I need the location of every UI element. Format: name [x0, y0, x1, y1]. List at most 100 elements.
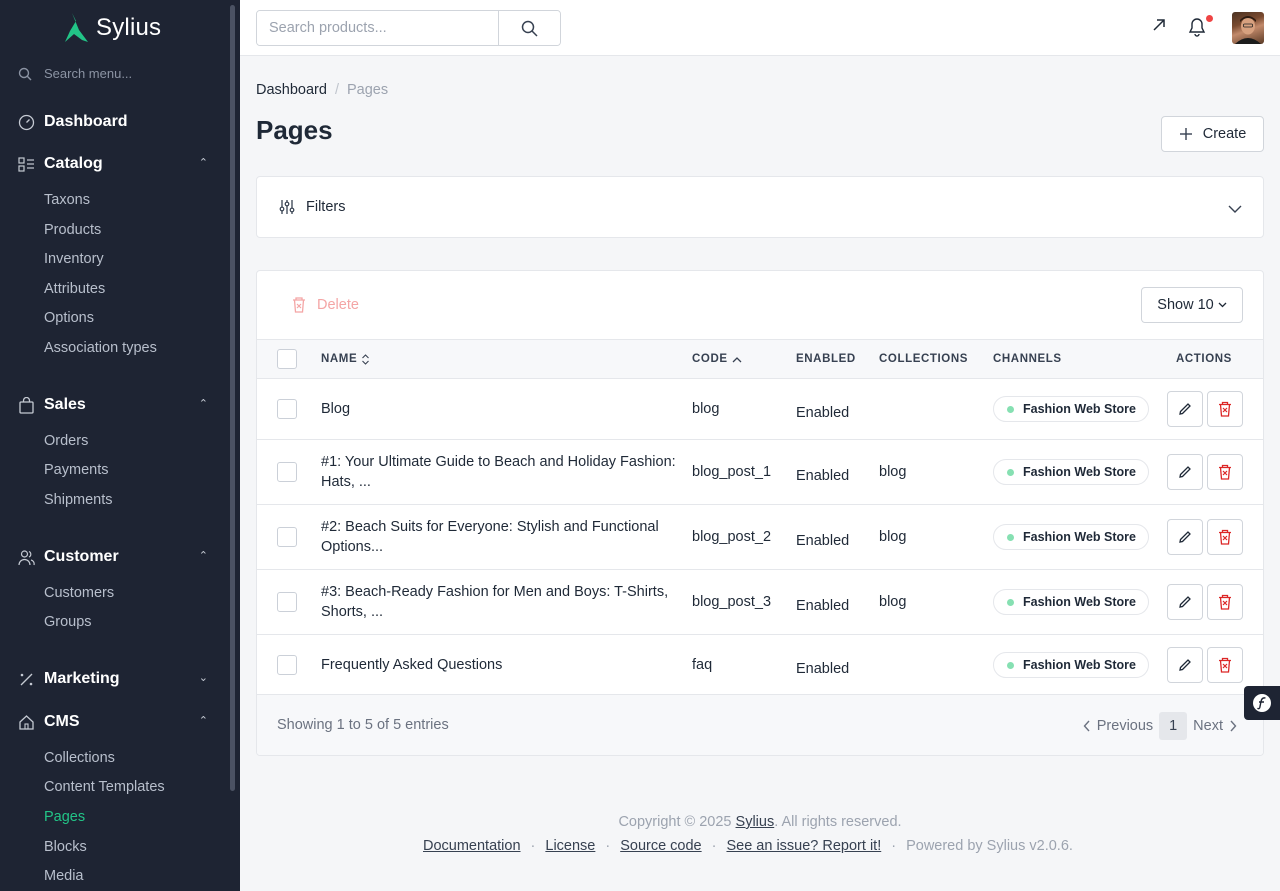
product-search-input[interactable]	[257, 11, 498, 45]
trash-icon	[293, 297, 305, 313]
nav-catalog[interactable]: Catalog ⌃	[18, 152, 218, 176]
sidebar-item-collections[interactable]: Collections	[44, 750, 115, 766]
sidebar-scrollbar[interactable]	[230, 5, 235, 791]
row-code: faq	[692, 657, 713, 673]
row-name: Frequently Asked Questions	[321, 657, 503, 673]
sidebar-item-taxons[interactable]: Taxons	[44, 192, 90, 208]
sidebar-item-groups[interactable]: Groups	[44, 614, 92, 630]
delete-button[interactable]	[1207, 647, 1243, 683]
column-header-name[interactable]: NAME	[321, 353, 370, 365]
pagination-page-1[interactable]: 1	[1159, 712, 1188, 740]
sidebar-item-association-types[interactable]: Association types	[44, 340, 157, 356]
nav-customer[interactable]: Customer ⌃	[18, 545, 218, 569]
filters-panel[interactable]: Filters	[256, 176, 1264, 238]
nav-dashboard-label: Dashboard	[44, 113, 128, 130]
sidebar-item-shipments[interactable]: Shipments	[44, 492, 113, 508]
sidebar-item-blocks[interactable]: Blocks	[44, 839, 87, 855]
pagination: Previous 1 Next	[1083, 712, 1237, 740]
footer-links: Documentation · License · Source code · …	[423, 838, 1073, 854]
edit-button[interactable]	[1167, 391, 1203, 427]
row-checkbox[interactable]	[277, 592, 297, 612]
column-header-code-label: CODE	[692, 353, 728, 365]
sort-icon	[362, 353, 370, 365]
table-row: Frequently Asked Questions faq Enabled F…	[257, 635, 1263, 695]
nav-marketing-label: Marketing	[44, 670, 120, 687]
source-code-link[interactable]: Source code	[620, 838, 701, 854]
sort-ascending-icon	[732, 356, 742, 362]
sidebar-item-orders[interactable]: Orders	[44, 433, 88, 449]
pagination-info: Showing 1 to 5 of 5 entries	[277, 717, 449, 733]
delete-button[interactable]	[1207, 519, 1243, 555]
page-title: Pages	[256, 115, 333, 145]
documentation-link[interactable]: Documentation	[423, 838, 521, 854]
external-link-icon[interactable]	[1152, 18, 1166, 37]
copyright-prefix: Copyright © 2025	[618, 814, 732, 830]
nav-sales-label: Sales	[44, 396, 86, 413]
nav-dashboard[interactable]: Dashboard	[18, 110, 218, 134]
pagination-previous[interactable]: Previous	[1097, 718, 1153, 734]
delete-button[interactable]	[1207, 454, 1243, 490]
sidebar-item-attributes[interactable]: Attributes	[44, 281, 105, 297]
column-header-channels: CHANNELS	[993, 353, 1062, 365]
delete-button[interactable]	[1207, 584, 1243, 620]
edit-button[interactable]	[1167, 584, 1203, 620]
pagination-next[interactable]: Next	[1193, 718, 1223, 734]
edit-button[interactable]	[1167, 519, 1203, 555]
channel-badge: Fashion Web Store	[993, 589, 1149, 615]
trash-icon	[1219, 529, 1231, 545]
menu-search-input[interactable]: Search menu...	[18, 66, 132, 81]
channel-badge-label: Fashion Web Store	[1023, 530, 1136, 544]
avatar[interactable]	[1232, 12, 1264, 44]
sidebar-item-payments[interactable]: Payments	[44, 462, 108, 478]
chevron-down-icon	[1218, 302, 1227, 308]
nav-sales[interactable]: Sales ⌃	[18, 393, 218, 417]
pencil-icon	[1179, 403, 1191, 415]
chevron-up-icon: ⌃	[198, 550, 208, 562]
catalog-icon	[18, 156, 34, 172]
sylius-link[interactable]: Sylius	[736, 814, 775, 830]
trash-icon	[1219, 594, 1231, 610]
logo[interactable]: Sylius	[62, 12, 161, 44]
bell-icon[interactable]	[1188, 17, 1206, 42]
sidebar-item-options[interactable]: Options	[44, 310, 94, 326]
bulk-delete-button[interactable]: Delete	[291, 296, 359, 313]
plus-icon	[1179, 128, 1192, 140]
channel-badge: Fashion Web Store	[993, 459, 1149, 485]
copyright: Copyright © 2025 Sylius. All rights rese…	[0, 814, 1280, 830]
chevron-left-icon	[1083, 720, 1090, 732]
sidebar-item-inventory[interactable]: Inventory	[44, 251, 104, 267]
nav-marketing[interactable]: Marketing ⌄	[18, 667, 218, 691]
table-row: #3: Beach-Ready Fashion for Men and Boys…	[257, 570, 1263, 635]
edit-button[interactable]	[1167, 454, 1203, 490]
row-checkbox[interactable]	[277, 462, 297, 482]
page-size-select[interactable]: Show 10	[1141, 287, 1243, 323]
delete-button[interactable]	[1207, 391, 1243, 427]
symfony-toolbar-icon[interactable]	[1244, 686, 1280, 720]
row-checkbox[interactable]	[277, 655, 297, 675]
breadcrumb-dashboard[interactable]: Dashboard	[256, 82, 327, 98]
sidebar-item-media[interactable]: Media	[44, 868, 84, 884]
row-checkbox[interactable]	[277, 527, 297, 547]
column-header-code[interactable]: CODE	[692, 353, 742, 365]
row-code: blog_post_1	[692, 464, 772, 480]
create-button[interactable]: Create	[1161, 116, 1264, 152]
select-all-checkbox[interactable]	[277, 349, 297, 369]
home-icon	[19, 714, 34, 730]
channel-badge-label: Fashion Web Store	[1023, 595, 1136, 609]
sidebar: Sylius Search menu... Dashboard Catalog …	[0, 0, 240, 891]
row-enabled: Enabled	[796, 533, 850, 549]
report-issue-link[interactable]: See an issue? Report it!	[726, 838, 881, 854]
column-header-enabled: ENABLED	[796, 353, 856, 365]
dashboard-icon	[18, 114, 35, 130]
license-link[interactable]: License	[545, 838, 595, 854]
sidebar-item-content-templates[interactable]: Content Templates	[44, 779, 165, 795]
nav-cms[interactable]: CMS ⌃	[18, 710, 218, 734]
sidebar-item-products[interactable]: Products	[44, 222, 101, 238]
pencil-icon	[1179, 596, 1191, 608]
channel-badge-label: Fashion Web Store	[1023, 658, 1136, 672]
shopping-bag-icon	[19, 396, 34, 414]
edit-button[interactable]	[1167, 647, 1203, 683]
search-button[interactable]	[498, 11, 560, 45]
sidebar-item-customers[interactable]: Customers	[44, 585, 114, 601]
row-checkbox[interactable]	[277, 399, 297, 419]
